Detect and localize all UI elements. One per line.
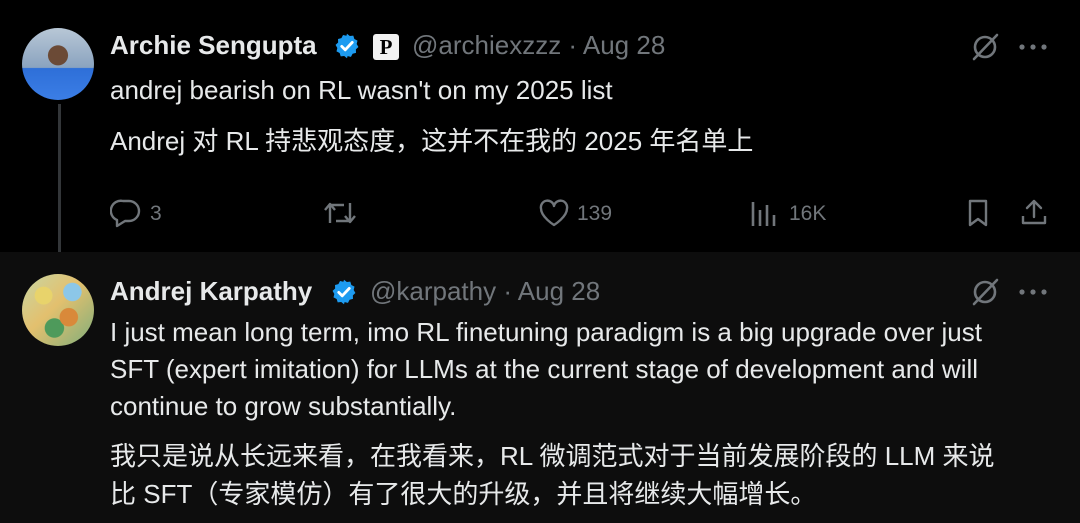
verified-badge-icon [332, 279, 356, 305]
author-name[interactable]: Archie Sengupta [110, 30, 317, 61]
affiliate-badge-icon: P [373, 34, 399, 60]
retweet-icon[interactable] [322, 197, 358, 229]
bookmark-icon[interactable] [966, 198, 990, 228]
tweet-text-en-line: continue to grow substantially. [110, 391, 457, 421]
handle-date[interactable]: @archiexzzz · Aug 28 [412, 30, 665, 61]
avatar-archie[interactable] [22, 28, 94, 100]
tweet-text-zh-line: 比 SFT（专家模仿）有了很大的升级，并且将继续大幅增长。 [110, 479, 817, 509]
avatar-karpathy[interactable] [22, 274, 94, 346]
more-icon[interactable] [1018, 285, 1048, 299]
views-icon[interactable] [750, 198, 778, 228]
handle-date[interactable]: @karpathy · Aug 28 [370, 276, 600, 307]
tweet-text-zh: Andrej 对 RL 持悲观态度，这并不在我的 2025 年名单上 [110, 126, 754, 156]
reply-icon[interactable] [110, 198, 142, 228]
tweet-text-en-line: I just mean long term, imo RL finetuning… [110, 317, 982, 347]
grok-icon[interactable] [969, 31, 1001, 63]
reply-count[interactable]: 3 [150, 202, 162, 226]
thread-connector [58, 104, 61, 266]
tweet-text-zh-line: 我只是说从长远来看，在我看来，RL 微调范式对于当前发展阶段的 LLM 来说 [110, 441, 995, 471]
tweet-text-en-line: SFT (expert imitation) for LLMs at the c… [110, 354, 979, 384]
tweet-text-en: andrej bearish on RL wasn't on my 2025 l… [110, 75, 613, 105]
view-count[interactable]: 16K [789, 202, 826, 226]
like-count[interactable]: 139 [577, 202, 612, 226]
share-icon[interactable] [1019, 197, 1049, 227]
grok-icon[interactable] [969, 276, 1001, 308]
author-name[interactable]: Andrej Karpathy [110, 276, 312, 307]
more-icon[interactable] [1018, 40, 1048, 54]
like-icon[interactable] [538, 199, 570, 227]
verified-badge-icon [335, 33, 359, 59]
